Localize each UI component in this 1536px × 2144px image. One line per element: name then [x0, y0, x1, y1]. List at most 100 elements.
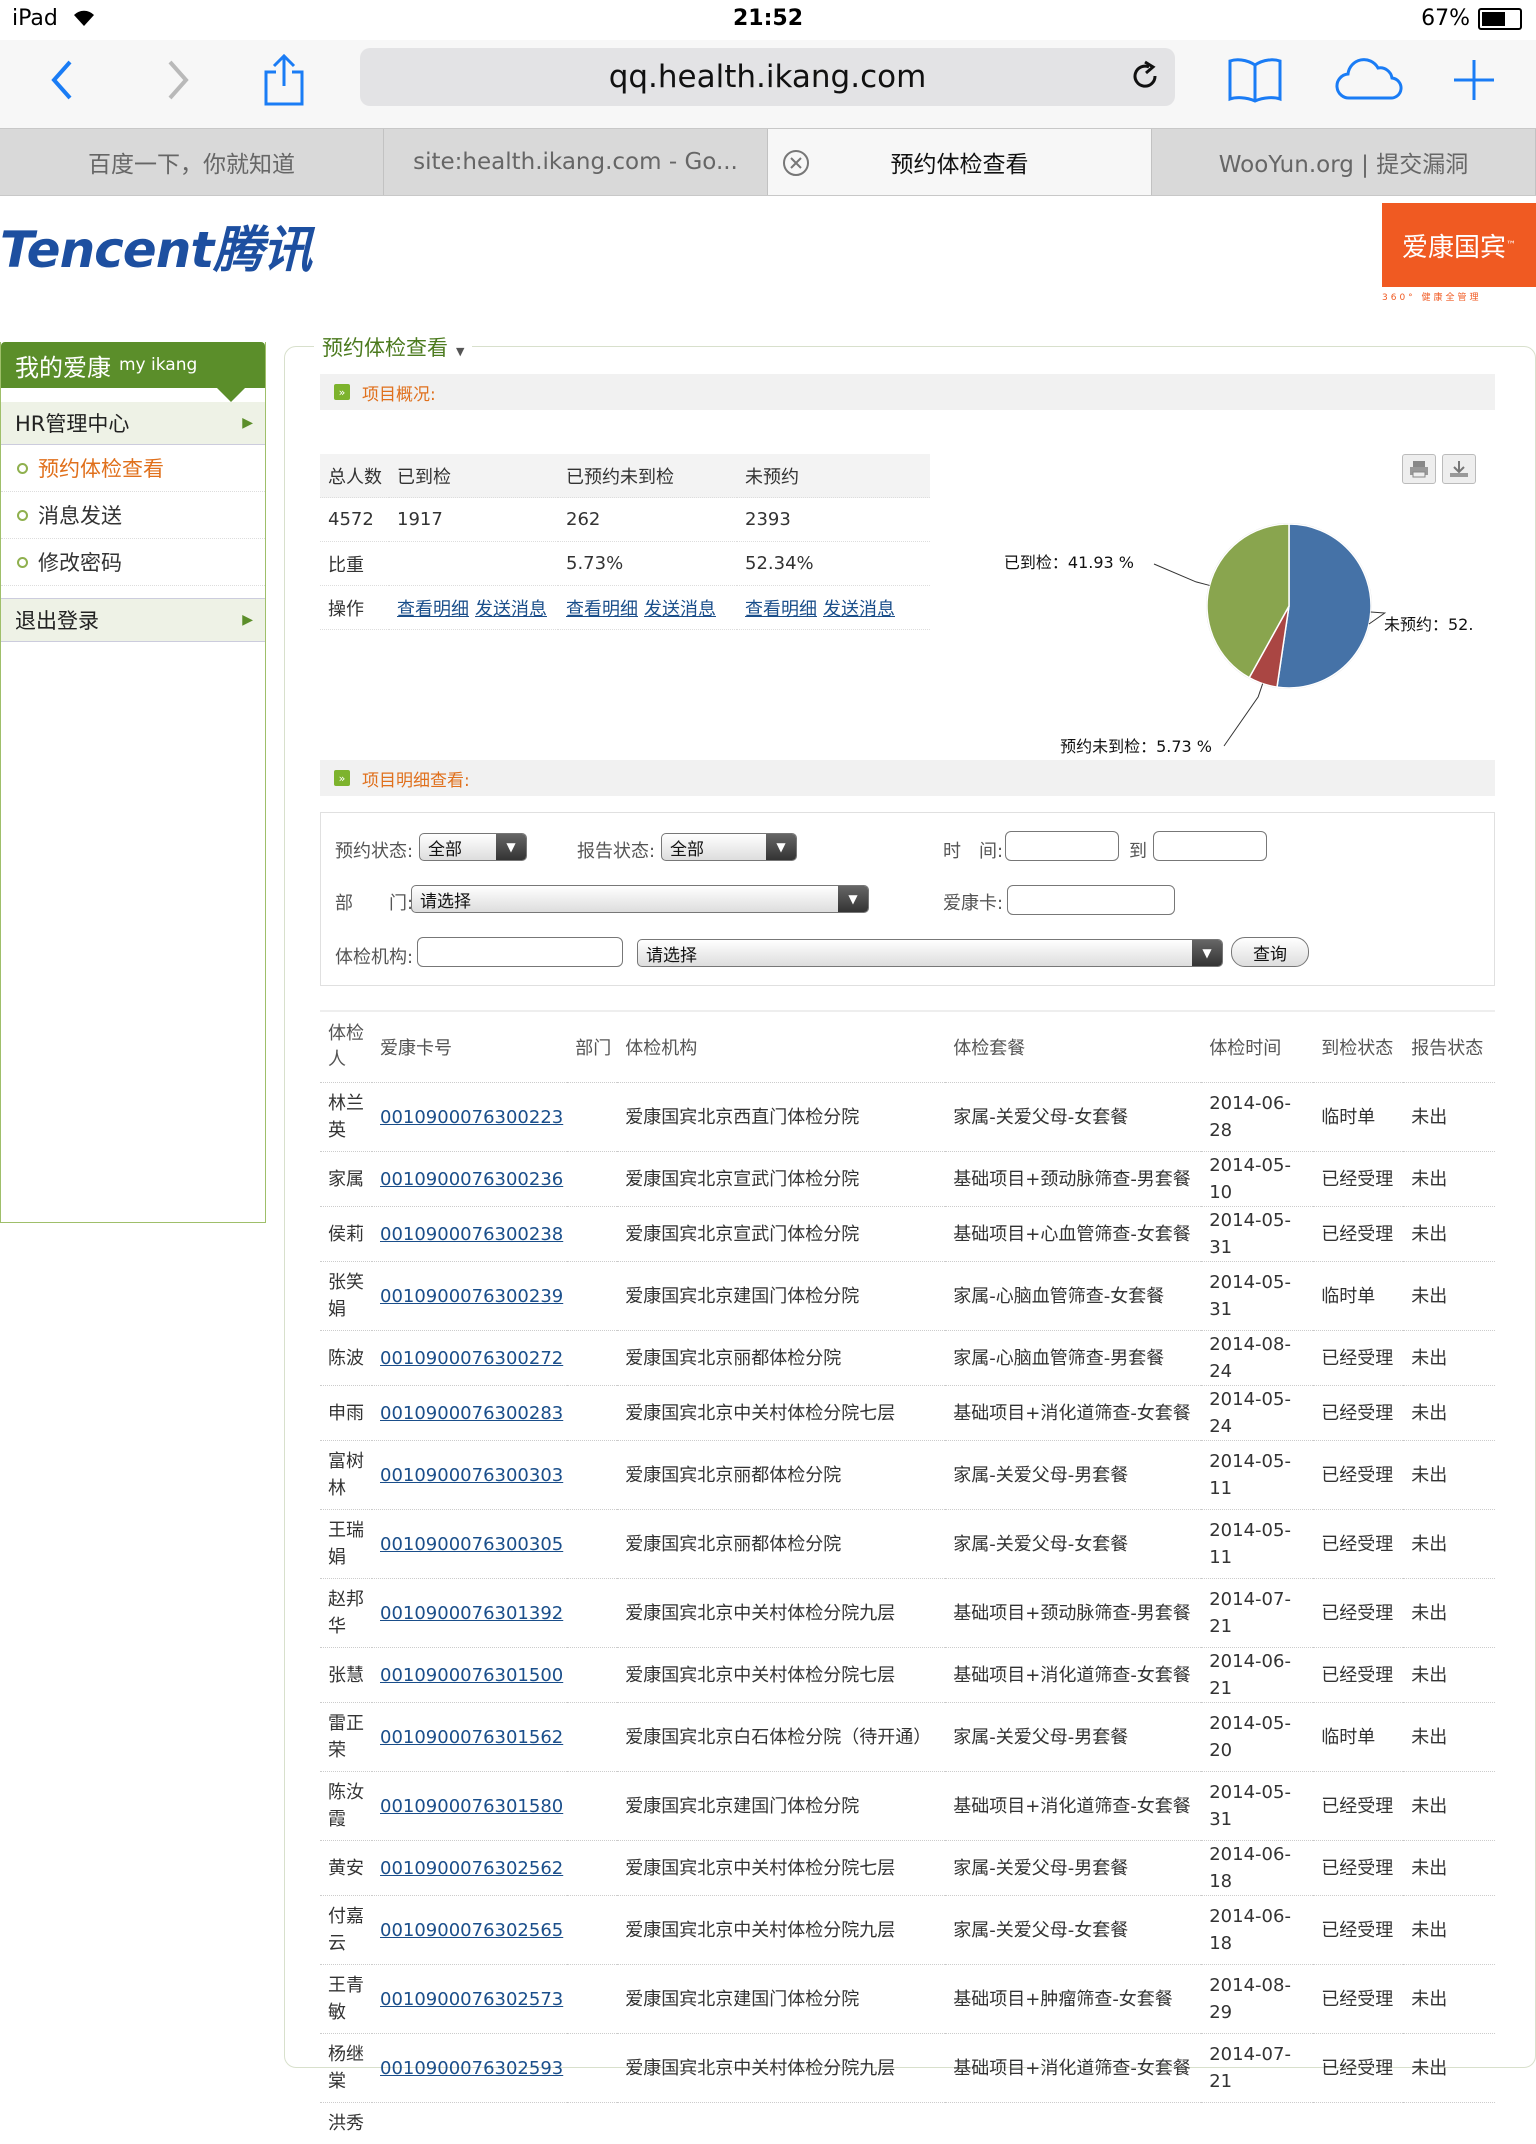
cell-name: 付嘉云 — [328, 1906, 364, 1954]
cell-org: 爱康国宾北京建国门体检分院 — [617, 1965, 945, 2034]
cell-card: 0010900076300236 — [372, 1152, 567, 1207]
cell-report-status: 未出 — [1411, 1224, 1447, 1245]
card-number-link[interactable]: 0010900076300305 — [380, 1534, 563, 1555]
card-number-link[interactable]: 0010900076300239 — [380, 1286, 563, 1307]
clock: 21:52 — [0, 6, 1536, 31]
brand-tagline: 360° 健康全管理 — [1382, 290, 1536, 303]
icloud-tabs-icon[interactable] — [1334, 52, 1404, 108]
forward-icon[interactable] — [166, 52, 190, 108]
cell-name: 陈汝霞 — [320, 1772, 372, 1841]
send-message-link[interactable]: 发送消息 — [644, 599, 716, 620]
browser-tab[interactable]: 百度一下，你就知道 — [0, 129, 384, 195]
card-number-link[interactable]: 0010900076301562 — [380, 1727, 563, 1748]
cell-package: 家属-关爱父母-女套餐 — [953, 1107, 1128, 1128]
card-number-link[interactable]: 0010900076301580 — [380, 1796, 563, 1817]
browser-tab-active[interactable]: 预约体检查看 — [768, 129, 1152, 195]
report-status-select[interactable]: 全部▼ — [661, 833, 797, 861]
cell-name: 雷正荣 — [320, 1703, 372, 1772]
card-number-input[interactable] — [1007, 885, 1175, 915]
browser-toolbar: qq.health.ikang.com — [0, 40, 1536, 128]
cell-department — [567, 1510, 617, 1579]
table-row: 杨继棠0010900076302593爱康国宾北京中关村体检分院九层基础项目+消… — [320, 2034, 1495, 2103]
cell-report-status: 未出 — [1403, 1083, 1495, 1152]
send-message-link[interactable]: 发送消息 — [823, 599, 895, 620]
card-number-link[interactable]: 0010900076300303 — [380, 1465, 563, 1486]
summary-count: 262 — [558, 498, 737, 542]
share-icon[interactable] — [262, 52, 306, 108]
close-tab-icon[interactable] — [782, 149, 810, 183]
cell-org: 爱康国宾北京中关村体检分院七层 — [617, 1841, 945, 1896]
dropdown-arrow-icon: ▼ — [1192, 940, 1222, 966]
cell-name: 王瑞娟 — [328, 1520, 364, 1568]
logout-button[interactable]: 退出登录 ▶ — [1, 598, 265, 642]
card-number-link[interactable]: 0010900076300223 — [380, 1107, 563, 1128]
end-date-input[interactable] — [1153, 831, 1267, 861]
card-number-link[interactable]: 0010900076301392 — [380, 1603, 563, 1624]
select-value: 请选择 — [646, 941, 697, 966]
new-tab-icon[interactable] — [1452, 52, 1496, 108]
view-detail-link[interactable]: 查看明细 — [745, 599, 817, 620]
cell-report-status: 未出 — [1411, 1169, 1447, 1190]
sidebar-item-label: 预约体检查看 — [38, 453, 164, 483]
back-icon[interactable] — [50, 52, 74, 108]
cell-card: 0010900076300272 — [372, 1331, 567, 1386]
booking-status-label: 预约状态: — [335, 837, 413, 863]
table-row: 王瑞娟0010900076300305爱康国宾北京丽都体检分院家属-关爱父母-女… — [320, 1510, 1495, 1579]
browser-tab[interactable]: WooYun.org | 提交漏洞 — [1152, 129, 1536, 195]
booking-status-select[interactable]: 全部▼ — [419, 833, 527, 861]
card-number-link[interactable]: 0010900076302573 — [380, 1989, 563, 2010]
pie-slice[interactable] — [1277, 524, 1371, 688]
summary-ratio: 5.73% — [558, 542, 737, 586]
sidebar-item-send-message[interactable]: 消息发送 — [1, 492, 265, 539]
cell-org: 爱康国宾北京建国门体检分院 — [625, 1796, 859, 1817]
tab-label: 百度一下，你就知道 — [88, 145, 295, 179]
double-chevron-icon: » — [334, 770, 350, 786]
cell-name: 家属 — [328, 1169, 364, 1190]
print-icon[interactable] — [1402, 454, 1436, 484]
send-message-link[interactable]: 发送消息 — [475, 599, 547, 620]
card-number-link[interactable]: 0010900076302593 — [380, 2058, 563, 2079]
sidebar-section-hr[interactable]: HR管理中心 ▶ — [1, 402, 265, 445]
cell-date: 2014-06-18 — [1201, 1841, 1313, 1896]
bookmarks-icon[interactable] — [1228, 52, 1282, 108]
column-header: 体检时间 — [1201, 1011, 1313, 1083]
card-number-link[interactable]: 0010900076300238 — [380, 1224, 563, 1245]
page-title[interactable]: 预约体检查看▼ — [314, 332, 472, 362]
cell-name: 张笑娟 — [328, 1272, 364, 1320]
reload-icon[interactable] — [1129, 60, 1161, 100]
cell-empty — [1403, 2103, 1495, 2144]
detail-section-header: » 项目明细查看: — [320, 760, 1495, 796]
table-row: 赵邦华0010900076301392爱康国宾北京中关村体检分院九层基础项目+颈… — [320, 1579, 1495, 1648]
sidebar-item-booking-view[interactable]: 预约体检查看 — [1, 445, 265, 492]
view-detail-link[interactable]: 查看明细 — [566, 599, 638, 620]
address-bar[interactable]: qq.health.ikang.com — [360, 48, 1175, 106]
sidebar-item-change-password[interactable]: 修改密码 — [1, 539, 265, 586]
card-number-link[interactable]: 0010900076300283 — [380, 1403, 563, 1424]
ikang-logo[interactable]: 爱康国宾™ — [1382, 203, 1536, 287]
cell-report-status: 未出 — [1411, 1465, 1447, 1486]
cell-report-status: 未出 — [1403, 1386, 1495, 1441]
cell-arrival-status: 已经受理 — [1321, 1603, 1393, 1624]
cell-date: 2014-07-21 — [1209, 2044, 1291, 2092]
cell-report-status: 未出 — [1403, 1896, 1495, 1965]
cell-package: 基础项目+消化道筛查-女套餐 — [953, 1796, 1191, 1817]
department-select[interactable]: 请选择▼ — [411, 885, 869, 913]
cell-org: 爱康国宾北京中关村体检分院七层 — [625, 1665, 895, 1686]
card-number-link[interactable]: 0010900076302562 — [380, 1858, 563, 1879]
org-name-input[interactable] — [417, 937, 623, 967]
view-detail-link[interactable]: 查看明细 — [397, 599, 469, 620]
card-number-link[interactable]: 0010900076302565 — [380, 1920, 563, 1941]
card-number-link[interactable]: 0010900076300272 — [380, 1348, 563, 1369]
cell-arrival-status: 已经受理 — [1321, 1169, 1393, 1190]
sidebar-item-label: 消息发送 — [38, 500, 122, 530]
start-date-input[interactable] — [1005, 831, 1119, 861]
org-select[interactable]: 请选择 ▼ — [637, 939, 1223, 967]
download-icon[interactable] — [1442, 454, 1476, 484]
cell-date: 2014-08-24 — [1201, 1331, 1313, 1386]
browser-tab[interactable]: site:health.ikang.com - Go... — [384, 129, 768, 195]
card-number-link[interactable]: 0010900076301500 — [380, 1665, 563, 1686]
tencent-logo[interactable]: Tencent腾讯 — [0, 210, 311, 282]
sidebar-title-en: my ikang — [119, 355, 197, 375]
query-button[interactable]: 查询 — [1231, 937, 1309, 967]
card-number-link[interactable]: 0010900076300236 — [380, 1169, 563, 1190]
